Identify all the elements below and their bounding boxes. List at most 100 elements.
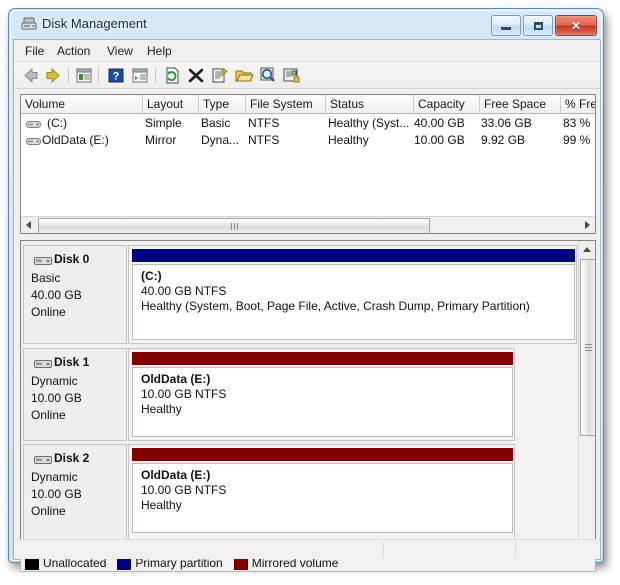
column-header-type[interactable]: Type — [199, 95, 246, 113]
minimize-button[interactable] — [491, 15, 521, 36]
table-row[interactable]: OldData (E:) Mirror Dyna... NTFS Healthy… — [21, 133, 595, 150]
window-client-area: File Action View Help ? Volume Layout Ty… — [13, 39, 601, 572]
open-icon[interactable] — [234, 66, 254, 85]
disk-row-0[interactable]: Disk 0 Basic 40.00 GB Online (C:) 40.00 … — [23, 245, 577, 344]
disk-icon — [34, 255, 52, 267]
disk-state-0: Online — [31, 305, 66, 319]
column-header-volume[interactable]: Volume — [21, 95, 143, 113]
partition-2[interactable]: OldData (E:) 10.00 GB NTFS Healthy — [132, 463, 513, 533]
volume-list-horizontal-scrollbar[interactable] — [21, 216, 595, 233]
partition-status-2: Healthy — [141, 498, 182, 512]
scroll-up-icon[interactable] — [579, 241, 595, 257]
grip-line — [584, 347, 592, 348]
maximize-button[interactable] — [523, 15, 553, 36]
disk-state-1: Online — [31, 408, 66, 422]
show-hide-action-pane-icon[interactable] — [130, 66, 150, 85]
minimize-icon — [501, 26, 511, 30]
disk-drive-icon — [21, 17, 37, 31]
partition-color-bar-2 — [132, 448, 513, 461]
disk-row-1[interactable]: Disk 1 Dynamic 10.00 GB Online OldData (… — [23, 348, 577, 441]
cell-status: Healthy (Syst... — [328, 116, 410, 130]
disk-row-2[interactable]: Disk 2 Dynamic 10.00 GB Online OldData (… — [23, 444, 577, 548]
disk-view-vertical-scrollbar[interactable] — [578, 241, 595, 551]
partition-label-1: OldData (E:) — [141, 372, 211, 386]
disk-info-2[interactable]: Disk 2 Dynamic 10.00 GB Online — [23, 444, 127, 548]
cell-volume: (C:) — [47, 116, 67, 130]
volume-list[interactable]: Volume Layout Type File System Status Ca… — [20, 94, 596, 234]
disk-kind-1: Dynamic — [31, 374, 78, 388]
toolbar: ? — [14, 62, 600, 89]
volume-list-header: Volume Layout Type File System Status Ca… — [21, 95, 595, 114]
cell-type: Dyna... — [201, 133, 240, 147]
partition-label-0: (C:) — [141, 269, 162, 283]
cell-percentfree: 99 % — [563, 133, 591, 147]
partition-area-0: (C:) 40.00 GB NTFS Healthy (System, Boot… — [128, 245, 577, 344]
volume-icon — [26, 136, 41, 147]
disk-kind-0: Basic — [31, 271, 61, 285]
show-hide-console-tree-icon[interactable] — [74, 66, 94, 85]
back-arrow-icon[interactable] — [21, 66, 41, 85]
toolbar-separator — [98, 67, 99, 84]
menu-item-view[interactable]: View — [102, 43, 138, 59]
partition-sizefs-2: 10.00 GB NTFS — [141, 483, 227, 497]
partition-sizefs-1: 10.00 GB NTFS — [141, 387, 227, 401]
partition-label-2: OldData (E:) — [141, 468, 211, 482]
column-header-layout[interactable]: Layout — [143, 95, 199, 113]
disk-icon — [34, 358, 52, 370]
vertical-scroll-thumb[interactable] — [580, 259, 595, 436]
cell-capacity: 10.00 GB — [414, 133, 465, 147]
cell-filesystem: NTFS — [248, 116, 280, 130]
column-header-capacity[interactable]: Capacity — [414, 95, 480, 113]
grip-line — [233, 222, 235, 230]
disk-graphical-view: Disk 0 Basic 40.00 GB Online (C:) 40.00 … — [20, 240, 596, 552]
close-button[interactable]: ✕ — [555, 15, 597, 36]
scroll-right-icon[interactable] — [579, 217, 595, 233]
cell-freespace: 9.92 GB — [481, 133, 526, 147]
grip-line — [584, 344, 592, 345]
rescan-disks-icon[interactable] — [282, 66, 302, 85]
column-header-filesystem[interactable]: File System — [246, 95, 326, 113]
horizontal-scroll-thumb[interactable] — [38, 218, 430, 233]
partition-color-bar-0 — [132, 249, 575, 262]
window-controls: ✕ — [491, 15, 597, 36]
column-header-freespace[interactable]: Free Space — [480, 95, 561, 113]
disk-size-0: 40.00 GB — [31, 288, 82, 302]
partition-0[interactable]: (C:) 40.00 GB NTFS Healthy (System, Boot… — [132, 264, 575, 340]
properties-icon[interactable] — [210, 66, 230, 85]
menu-item-action[interactable]: Action — [52, 43, 95, 59]
cell-percentfree: 83 % — [563, 116, 591, 130]
disk-state-2: Online — [31, 504, 66, 518]
cell-capacity: 40.00 GB — [414, 116, 465, 130]
partition-status-0: Healthy (System, Boot, Page File, Active… — [141, 299, 530, 313]
disk-kind-2: Dynamic — [31, 470, 78, 484]
partition-1[interactable]: OldData (E:) 10.00 GB NTFS Healthy — [132, 367, 513, 437]
forward-arrow-icon[interactable] — [43, 66, 63, 85]
partition-area-1: OldData (E:) 10.00 GB NTFS Healthy — [128, 348, 515, 441]
disk-name-0: Disk 0 — [54, 252, 90, 266]
cell-status: Healthy — [328, 133, 369, 147]
table-row[interactable]: (C:) Simple Basic NTFS Healthy (Syst... … — [21, 116, 595, 133]
toolbar-separator — [68, 67, 69, 84]
toolbar-separator — [155, 67, 156, 84]
refresh-icon[interactable] — [162, 66, 182, 85]
find-icon[interactable] — [258, 66, 278, 85]
grip-line — [230, 222, 232, 230]
column-header-status[interactable]: Status — [326, 95, 414, 113]
partition-sizefs-0: 40.00 GB NTFS — [141, 284, 227, 298]
status-pane-2 — [383, 542, 516, 558]
volume-icon — [26, 119, 41, 130]
grip-line — [584, 350, 592, 351]
cell-volume: OldData (E:) — [42, 133, 109, 147]
help-icon[interactable]: ? — [106, 66, 126, 85]
menu-item-help[interactable]: Help — [142, 43, 177, 59]
column-header-percentfree[interactable]: % Fre — [561, 95, 595, 113]
menu-item-file[interactable]: File — [20, 43, 49, 59]
menu-bar: File Action View Help — [14, 40, 600, 62]
partition-area-2: OldData (E:) 10.00 GB NTFS Healthy — [128, 444, 515, 548]
disk-name-2: Disk 2 — [54, 451, 90, 465]
disk-info-0[interactable]: Disk 0 Basic 40.00 GB Online — [23, 245, 127, 344]
delete-icon[interactable] — [186, 66, 206, 85]
disk-info-1[interactable]: Disk 1 Dynamic 10.00 GB Online — [23, 348, 127, 441]
scroll-left-icon[interactable] — [21, 217, 37, 233]
window-title: Disk Management — [42, 16, 147, 31]
